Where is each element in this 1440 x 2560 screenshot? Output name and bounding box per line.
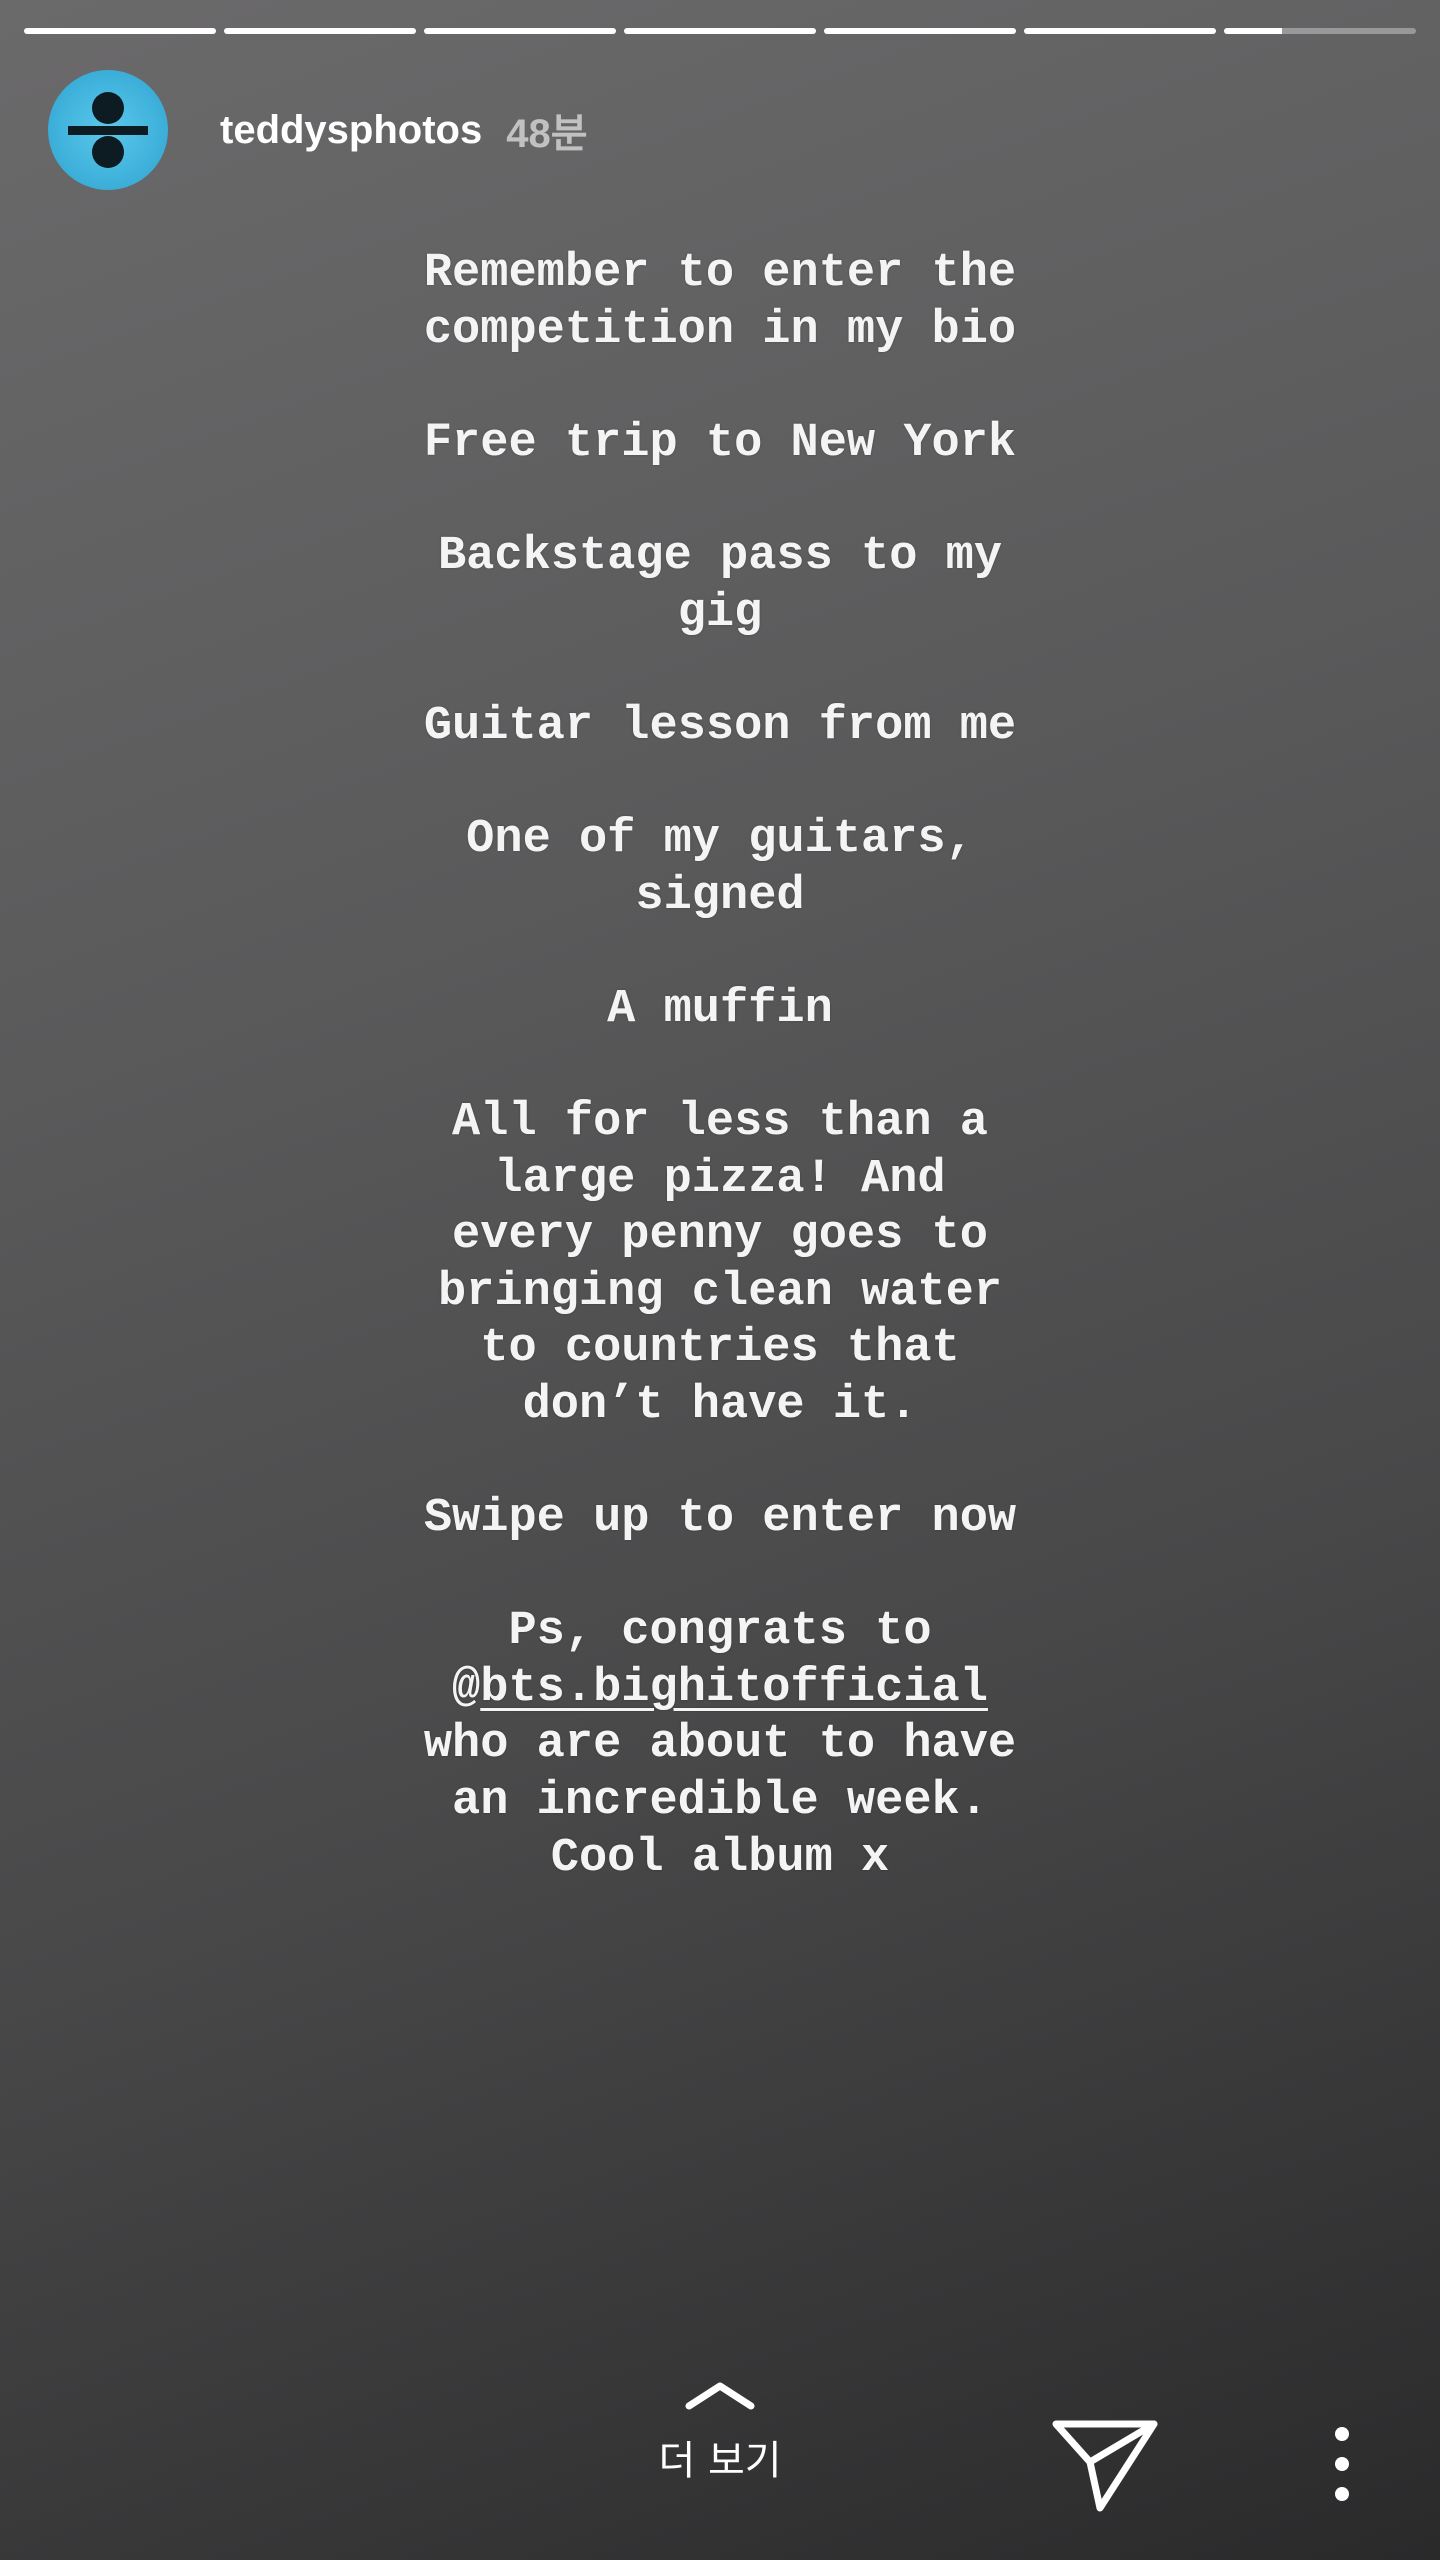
text-line: A muffin (607, 982, 833, 1036)
text-line (0, 359, 1440, 416)
text-line: Backstage pass to my (437, 529, 1003, 583)
avatar[interactable] (48, 70, 168, 190)
progress-segment (224, 28, 416, 34)
text-line (0, 1548, 1440, 1605)
text-line (0, 1038, 1440, 1095)
progress-segment (24, 28, 216, 34)
story-header: teddysphotos 48분 (48, 70, 588, 190)
text-line: an incredible week. (452, 1775, 988, 1829)
progress-segment (824, 28, 1016, 34)
text-line: Ps, congrats to (508, 1605, 932, 1659)
text-line (0, 925, 1440, 982)
text-line (0, 642, 1440, 699)
see-more-label: 더 보기 (658, 2438, 782, 2484)
text-line: Guitar lesson from me (423, 699, 1017, 753)
text-line: competition in my bio (423, 303, 1017, 357)
chevron-up-icon (685, 2382, 755, 2410)
progress-segment (1224, 28, 1416, 34)
text-line: to countries that (480, 1322, 960, 1376)
progress-segment (1024, 28, 1216, 34)
text-line: signed (635, 869, 805, 923)
progress-segment (424, 28, 616, 34)
username[interactable]: teddysphotos (220, 108, 482, 153)
text-line: gig (677, 586, 763, 640)
story-progress-bar (24, 28, 1416, 34)
story-text: Remember to enter the competition in my … (0, 246, 1440, 1887)
text-line: Remember to enter the (423, 247, 1017, 300)
text-line: every penny goes to (452, 1209, 988, 1263)
text-line: All for less than a (452, 1095, 988, 1149)
text-line: bringing clean water (437, 1265, 1003, 1319)
text-line: who are about to have (423, 1718, 1017, 1772)
text-line: large pizza! And (494, 1152, 946, 1206)
text-line: Cool album x (550, 1831, 890, 1885)
text-line (0, 755, 1440, 812)
mention-line: @bts.bighitofficial (0, 1661, 1440, 1718)
at-sign: @ (452, 1661, 481, 1715)
text-line (0, 472, 1440, 529)
text-line: Swipe up to enter now (423, 1492, 1017, 1546)
progress-segment (624, 28, 816, 34)
story-view[interactable]: teddysphotos 48분 Remember to enter the c… (0, 0, 1440, 2560)
see-more-button[interactable]: 더 보기 (620, 2380, 820, 2486)
post-time: 48분 (506, 112, 588, 156)
text-line: One of my guitars, (466, 812, 974, 866)
text-line: Free trip to New York (423, 416, 1017, 470)
more-vertical-icon[interactable] (1322, 2424, 1362, 2504)
text-line: don’t have it. (522, 1378, 918, 1432)
mention-link[interactable]: bts.bighitofficial (480, 1662, 988, 1715)
text-line (0, 1434, 1440, 1491)
paper-plane-icon[interactable] (1050, 2418, 1160, 2514)
